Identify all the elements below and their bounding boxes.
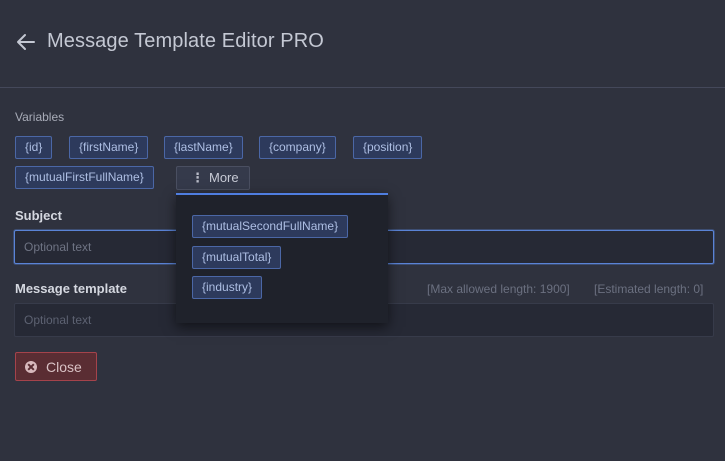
variable-chip-industry[interactable]: {industry} (192, 276, 263, 299)
more-variables-dropdown: {mutualSecondFullName} {mutualTotal} {in… (176, 193, 388, 323)
variable-chip-id[interactable]: {id} (15, 136, 53, 159)
variable-chip-lastname[interactable]: {lastName} (164, 136, 243, 159)
variable-chip-company[interactable]: {company} (259, 136, 336, 159)
variables-label: Variables (15, 110, 65, 124)
back-arrow-icon[interactable] (14, 30, 38, 54)
variable-chip-mutualtotal[interactable]: {mutualTotal} (192, 246, 282, 269)
close-label: Close (46, 359, 82, 375)
message-template-label: Message template (15, 281, 127, 296)
variable-chip-position[interactable]: {position} (353, 136, 423, 159)
more-vertical-icon: ⋮ (191, 170, 204, 185)
more-variables-button[interactable]: ⋮ More (176, 166, 250, 190)
more-label: More (209, 170, 239, 185)
page-title: Message Template Editor PRO (47, 30, 324, 52)
subject-label: Subject (15, 208, 62, 223)
close-button[interactable]: Close (15, 352, 97, 381)
variable-chip-mutualsecondfullname[interactable]: {mutualSecondFullName} (192, 215, 349, 238)
page-header: Message Template Editor PRO (0, 0, 725, 88)
variable-chip-mutualfirstfullname[interactable]: {mutualFirstFullName} (15, 166, 154, 189)
max-length-text: [Max allowed length: 1900] (427, 282, 570, 296)
variable-chip-firstname[interactable]: {firstName} (69, 136, 149, 159)
close-circle-icon (25, 361, 37, 373)
estimated-length-text: [Estimated length: 0] (594, 282, 704, 296)
